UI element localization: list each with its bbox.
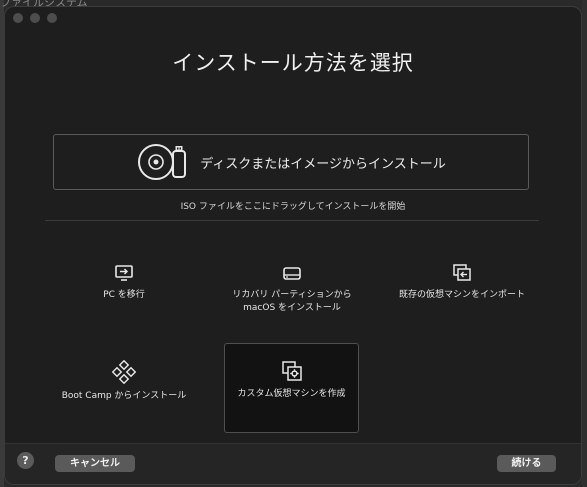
drop-iso-hint: ISO ファイルをここにドラッグしてインストールを開始 (180, 202, 406, 212)
option-import-vm-label: 既存の仮想マシンをインポート (398, 290, 525, 300)
dialog-title: インストール方法を選択 (172, 51, 414, 75)
zoom-window-button[interactable] (47, 13, 57, 23)
bootcamp-diamond-icon (112, 360, 136, 384)
option-import-vm[interactable]: 既存の仮想マシンをインポート (387, 263, 537, 323)
install-from-disk-button[interactable]: ディスクまたはイメージからインストール (53, 134, 529, 190)
option-boot-camp-label: Boot Camp からインストール (61, 391, 187, 401)
disc-and-usb-icon (138, 144, 187, 180)
close-window-button[interactable] (13, 13, 23, 23)
section-divider (45, 220, 539, 221)
monitor-arrow-icon (115, 265, 133, 281)
custom-vm-gear-icon (281, 361, 302, 381)
continue-button[interactable]: 続ける (497, 455, 556, 472)
cancel-button[interactable]: キャンセル (55, 455, 135, 472)
help-button[interactable]: ? (17, 452, 34, 469)
option-migrate-pc-label: PC を移行 (103, 290, 145, 300)
option-migrate-pc[interactable]: PC を移行 (57, 263, 191, 323)
dialog-footer: ? キャンセル 続ける (5, 443, 581, 484)
option-recovery-partition-label: リカバリ パーティションから macOS をインストール (232, 290, 352, 313)
option-custom-vm[interactable]: カスタム仮想マシンを作成 (224, 343, 359, 433)
window-controls (13, 13, 57, 23)
option-boot-camp[interactable]: Boot Camp からインストール (57, 360, 191, 410)
minimize-window-button[interactable] (30, 13, 40, 23)
import-window-icon (453, 264, 471, 281)
install-from-disk-label: ディスクまたはイメージからインストール (200, 156, 446, 172)
option-recovery-partition[interactable]: リカバリ パーティションから macOS をインストール (217, 263, 367, 325)
hard-drive-icon (283, 267, 301, 280)
desktop: ファイルシステム インストール方法を選択 ディスクまたはイメージからインストール… (0, 0, 587, 487)
option-custom-vm-label: カスタム仮想マシンを作成 (237, 389, 346, 399)
install-assistant-window: インストール方法を選択 ディスクまたはイメージからインストール ISO ファイル… (4, 6, 582, 485)
desktop-background-right (582, 0, 587, 487)
